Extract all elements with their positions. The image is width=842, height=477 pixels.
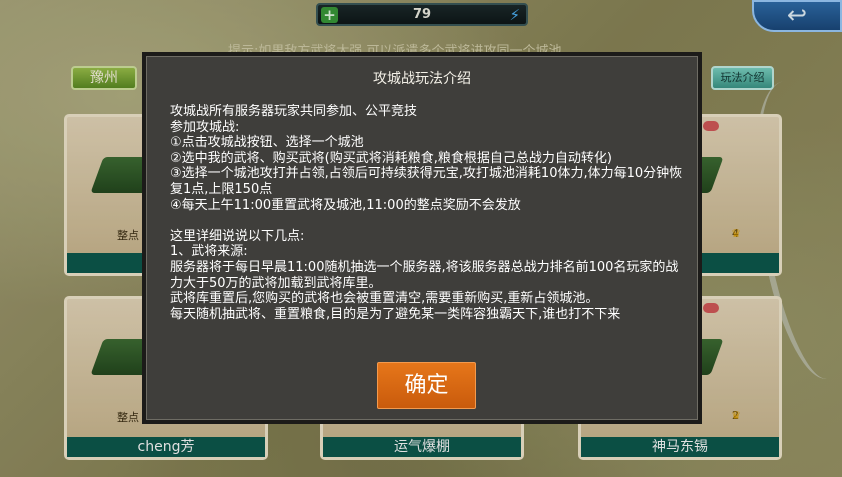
rules-line: ①点击攻城战按钮、选择一个城池 — [170, 135, 364, 151]
dialog-body[interactable]: 攻城战所有服务器玩家共同参加、公平竞技 参加攻城战: ①点击攻城战按钮、选择一个… — [170, 104, 685, 332]
rules-line: 服务器将于每日早晨11:00随机抽选一个服务器,将该服务器总战力排名前100名玩… — [170, 259, 679, 291]
rules-line: 1、武将来源: — [170, 244, 248, 260]
confirm-button[interactable]: 确定 — [377, 362, 476, 409]
rules-line: 攻城战所有服务器玩家共同参加、公平竞技 — [170, 104, 418, 119]
dialog-title: 攻城战玩法介绍 — [373, 71, 471, 87]
rules-line: 参加攻城战: — [170, 119, 240, 135]
rules-line: 这里详细说说以下几点: — [170, 228, 305, 244]
rules-line: 武将库重置后,您购买的武将也会被重置清空,需要重新购买,重新占领城池。 — [170, 291, 599, 307]
rules-line: ③选择一个城池攻打并占领,占领后可持续获得元宝,攻打城池消耗10体力,体力每10… — [170, 166, 683, 197]
rules-spacer — [170, 213, 685, 229]
rules-line: ④每天上午11:00重置武将及城池,11:00的整点奖励不会发放 — [170, 197, 521, 213]
rules-dialog: 攻城战玩法介绍 攻城战所有服务器玩家共同参加、公平竞技 参加攻城战: ①点击攻城… — [142, 52, 702, 424]
rules-line: 每天随机抽武将、重置粮食,目的是为了避免某一类阵容独霸天下,谁也打不下来 — [170, 306, 621, 322]
rules-line: ②选中我的武将、购买武将(购买武将消耗粮食,粮食根据自己总战力自动转化) — [170, 150, 612, 166]
